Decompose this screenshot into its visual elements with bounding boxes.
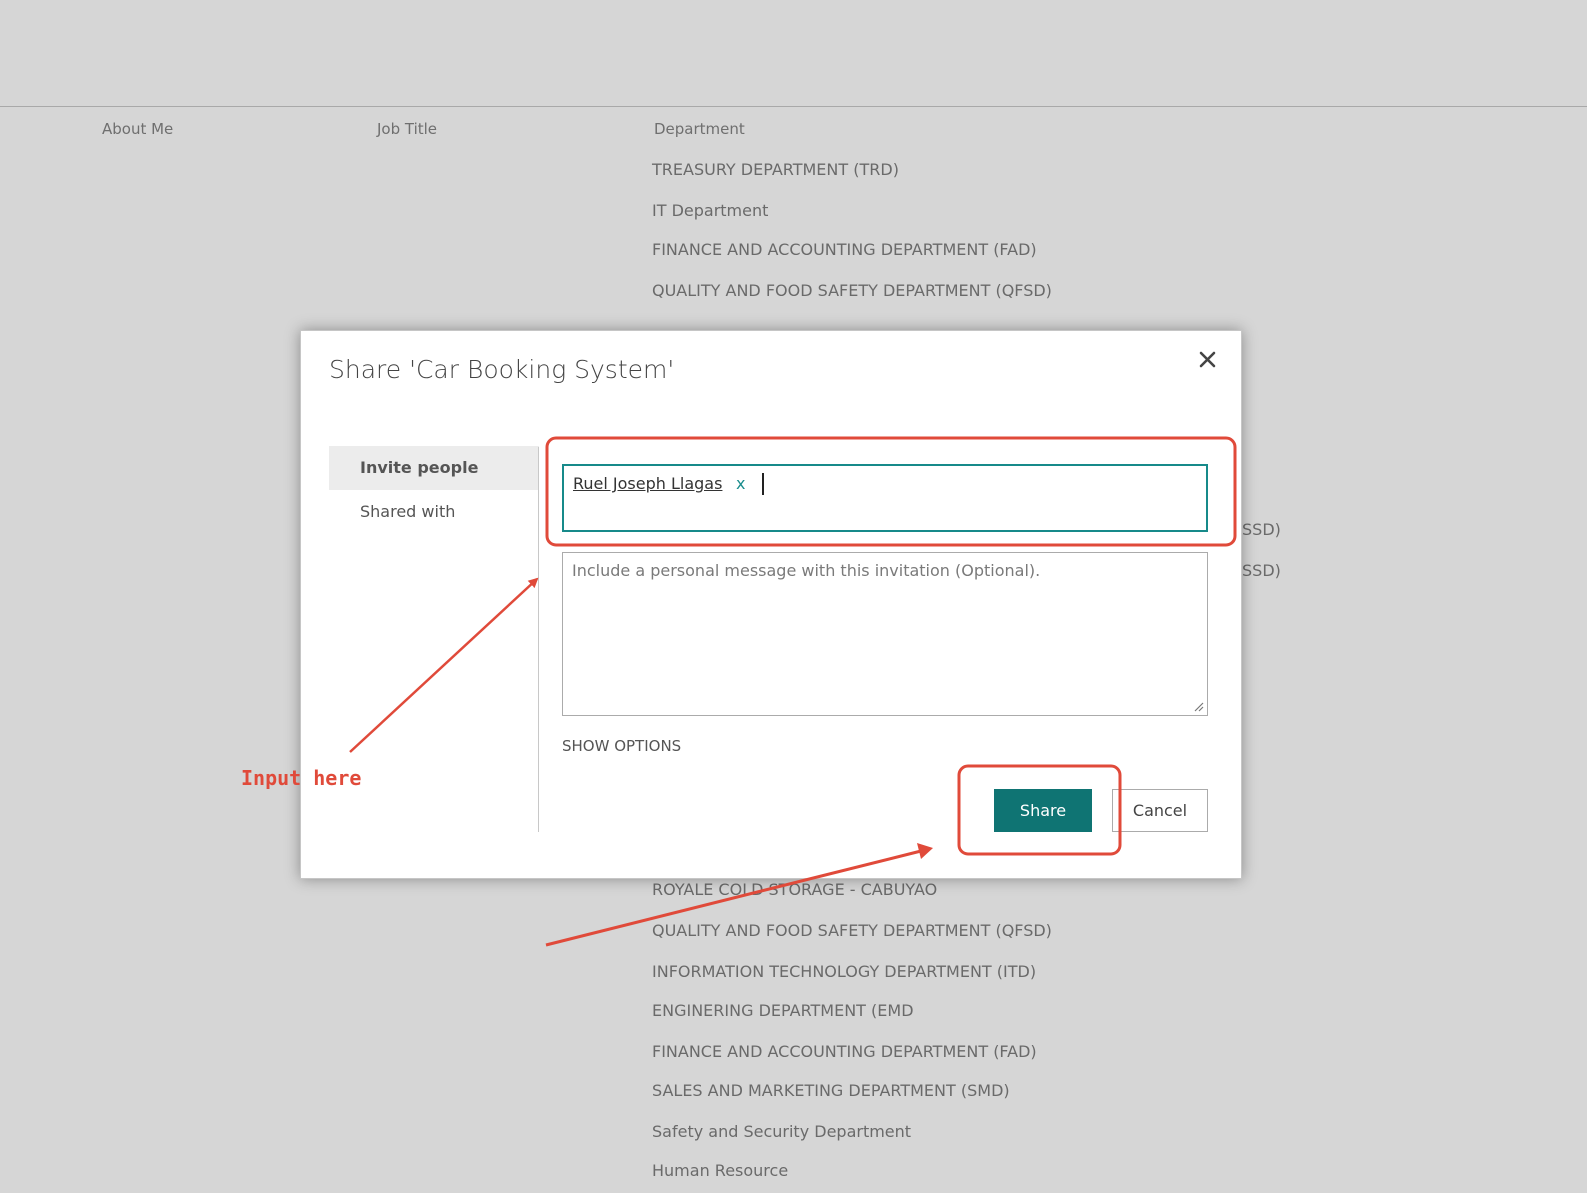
remove-user-button[interactable]: x <box>736 474 745 493</box>
page: About Me Job Title Department TREASURY D… <box>0 0 1587 1193</box>
annotation-label: Input here <box>241 766 362 790</box>
list-item: SALES AND MARKETING DEPARTMENT (SMD) <box>652 1081 1010 1100</box>
list-item: FINANCE AND ACCOUNTING DEPARTMENT (FAD) <box>652 240 1037 259</box>
list-item: ENGINERING DEPARTMENT (EMD <box>652 1001 914 1020</box>
close-icon <box>1199 351 1216 368</box>
list-item: QUALITY AND FOOD SAFETY DEPARTMENT (QFSD… <box>652 281 1052 300</box>
tab-shared-with[interactable]: Shared with <box>329 490 539 534</box>
list-item: SSD) <box>1242 520 1281 539</box>
column-header-job-title: Job Title <box>377 120 438 138</box>
list-item: INFORMATION TECHNOLOGY DEPARTMENT (ITD) <box>652 962 1037 981</box>
column-header-about-me: About Me <box>102 120 174 138</box>
resolved-user-chip[interactable]: Ruel Joseph Llagas <box>573 474 722 493</box>
share-side-nav: Invite people Shared with <box>329 446 539 534</box>
list-item: IT Department <box>652 201 769 220</box>
dialog-title: Share 'Car Booking System' <box>329 355 675 384</box>
personal-message-textarea[interactable]: Include a personal message with this inv… <box>562 552 1208 716</box>
close-button[interactable] <box>1195 347 1221 373</box>
text-caret <box>762 473 764 495</box>
list-item: QUALITY AND FOOD SAFETY DEPARTMENT (QFSD… <box>652 921 1052 940</box>
list-item: Human Resource <box>652 1161 789 1180</box>
share-button[interactable]: Share <box>994 789 1092 832</box>
message-placeholder: Include a personal message with this inv… <box>572 561 1041 580</box>
show-options-link[interactable]: SHOW OPTIONS <box>562 737 681 755</box>
tab-invite-people[interactable]: Invite people <box>329 446 539 490</box>
nav-divider <box>538 447 539 832</box>
list-item: ROYALE COLD STORAGE - CABUYAO <box>652 880 938 899</box>
list-item: FINANCE AND ACCOUNTING DEPARTMENT (FAD) <box>652 1042 1037 1061</box>
cancel-button[interactable]: Cancel <box>1112 789 1208 832</box>
resize-grip-icon[interactable] <box>1192 700 1204 712</box>
people-picker-input[interactable]: Ruel Joseph Llagas x <box>562 464 1208 532</box>
share-dialog: Share 'Car Booking System' Invite people… <box>300 330 1242 879</box>
list-item: SSD) <box>1242 561 1281 580</box>
list-item: TREASURY DEPARTMENT (TRD) <box>652 160 899 179</box>
list-item: Safety and Security Department <box>652 1122 912 1141</box>
